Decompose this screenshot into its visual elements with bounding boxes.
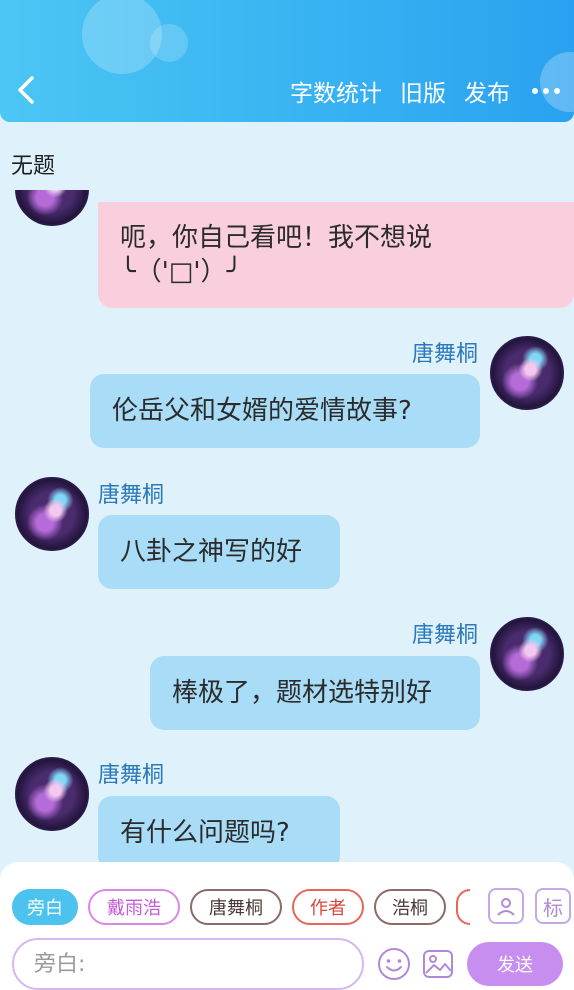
avatar[interactable] bbox=[15, 757, 89, 831]
message-input-wrapper bbox=[12, 938, 364, 990]
chevron-left-icon bbox=[18, 76, 34, 104]
sender-name: 唐舞桐 bbox=[98, 483, 165, 508]
message-text: 有什么问题吗? bbox=[120, 818, 290, 848]
avatar[interactable] bbox=[490, 336, 564, 410]
smiley-icon[interactable] bbox=[376, 946, 412, 982]
avatar[interactable] bbox=[490, 617, 564, 691]
message-text: ╰（'□'）╯ bbox=[120, 257, 243, 287]
message-bubble[interactable]: 伦岳父和女婿的爱情故事? bbox=[90, 374, 480, 448]
avatar[interactable] bbox=[15, 477, 89, 551]
decor-bubble bbox=[150, 24, 188, 62]
back-button[interactable] bbox=[8, 70, 44, 110]
role-chip-narrator[interactable]: 旁白 bbox=[12, 889, 78, 925]
role-chip-partial[interactable] bbox=[456, 889, 470, 925]
message-input[interactable] bbox=[34, 951, 362, 977]
document-title[interactable]: 无题 bbox=[11, 148, 55, 180]
top-bar: 字数统计 旧版 发布 bbox=[0, 0, 574, 122]
person-card-icon[interactable] bbox=[488, 888, 524, 924]
person-icon bbox=[497, 898, 515, 916]
publish-button[interactable]: 发布 bbox=[464, 74, 510, 108]
message-bubble[interactable]: 棒极了，题材选特别好 bbox=[150, 656, 480, 730]
sender-name: 唐舞桐 bbox=[411, 623, 478, 648]
old-version-button[interactable]: 旧版 bbox=[400, 74, 446, 108]
role-chip[interactable]: 作者 bbox=[292, 889, 364, 925]
composer: 旁白 戴雨浩 唐舞桐 作者 浩桐 标 发送 bbox=[0, 862, 574, 990]
role-chip[interactable]: 戴雨浩 bbox=[88, 889, 180, 925]
more-dots-icon bbox=[532, 88, 538, 94]
header-actions: 字数统计 旧版 发布 bbox=[290, 74, 560, 108]
send-button[interactable]: 发送 bbox=[467, 942, 563, 986]
chat-area[interactable]: 呃，你自己看吧！我不想说 ╰（'□'）╯ 唐舞桐 伦岳父和女婿的爱情故事? 唐舞… bbox=[0, 190, 574, 862]
message-bubble[interactable]: 八卦之神写的好 bbox=[98, 515, 340, 589]
role-chip[interactable]: 唐舞桐 bbox=[190, 889, 282, 925]
message-bubble[interactable]: 呃，你自己看吧！我不想说 ╰（'□'）╯ bbox=[98, 202, 574, 308]
word-count-button[interactable]: 字数统计 bbox=[290, 74, 382, 108]
message-text: 棒极了，题材选特别好 bbox=[172, 678, 433, 708]
tag-label: 标 bbox=[543, 895, 563, 920]
message-text: 八卦之神写的好 bbox=[120, 537, 303, 567]
avatar[interactable] bbox=[15, 190, 89, 226]
role-chip[interactable]: 浩桐 bbox=[374, 889, 446, 925]
tag-icon[interactable]: 标 bbox=[535, 888, 571, 924]
message-bubble[interactable]: 有什么问题吗? bbox=[98, 796, 340, 862]
sender-name: 唐舞桐 bbox=[411, 342, 478, 367]
more-button[interactable] bbox=[528, 88, 560, 94]
role-selector: 旁白 戴雨浩 唐舞桐 作者 浩桐 bbox=[12, 888, 470, 926]
message-text: 伦岳父和女婿的爱情故事? bbox=[112, 396, 412, 426]
sender-name: 唐舞桐 bbox=[98, 763, 165, 788]
image-icon[interactable] bbox=[420, 946, 456, 982]
message-text: 呃，你自己看吧！我不想说 bbox=[120, 223, 433, 253]
